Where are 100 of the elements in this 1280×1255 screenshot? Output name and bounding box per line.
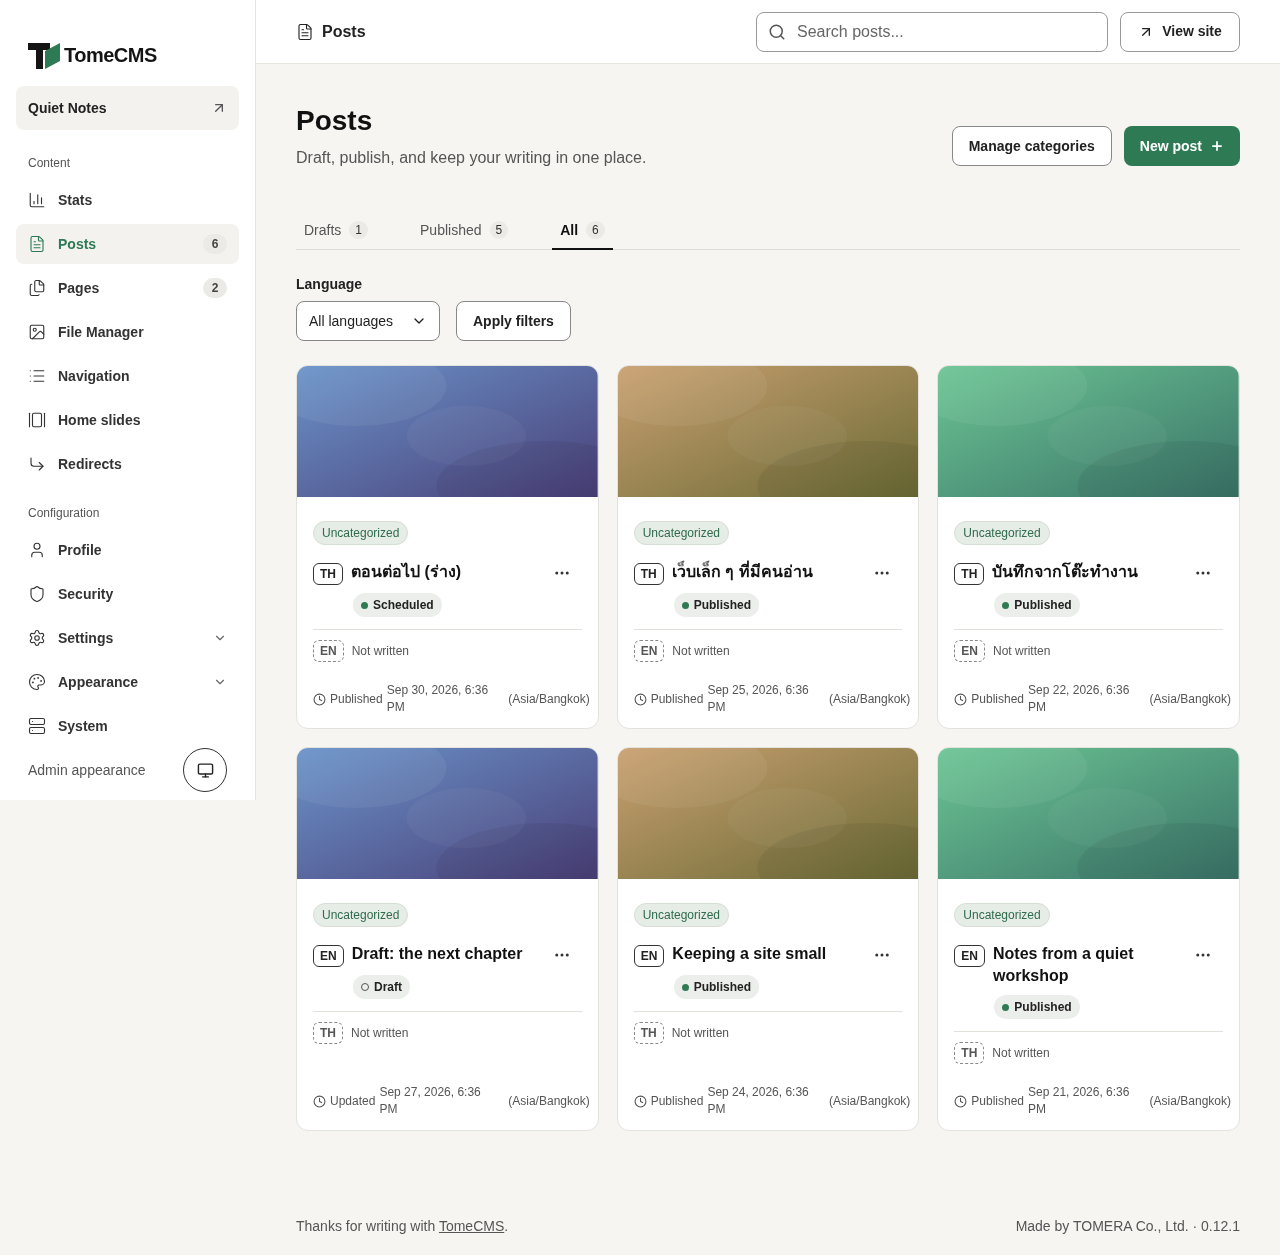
count-badge: 6	[586, 221, 605, 239]
date-label: Published	[650, 1093, 704, 1110]
new-post-button[interactable]: New post	[1123, 126, 1240, 166]
sidebar-item[interactable]: Home slides	[16, 400, 239, 440]
count-badge: 2	[203, 278, 227, 298]
category-tag: Uncategorized	[313, 903, 409, 927]
sidebar-item[interactable]: File Manager	[16, 312, 239, 352]
time-zone: (Asia/Bangkok)	[1149, 691, 1231, 708]
language-tag: TH	[954, 563, 985, 585]
date-label: Published	[330, 691, 383, 708]
document-icon	[28, 235, 46, 253]
status-badge: Scheduled	[353, 593, 442, 617]
shield-icon	[28, 585, 46, 603]
translation-status: Not written	[993, 643, 1051, 660]
clock-icon	[633, 1094, 647, 1108]
sidebar-item[interactable]: Stats	[16, 180, 239, 220]
sidebar-item[interactable]: Settings	[16, 618, 239, 658]
admin-appearance-label: Admin appearance	[28, 760, 146, 780]
post-title: Draft: the next chapter	[351, 944, 524, 964]
language-tag: TH	[313, 1022, 343, 1044]
sidebar-item[interactable]: Profile	[16, 530, 239, 570]
subtitle: Draft, publish, and keep your writing in one place.	[296, 148, 647, 168]
section-heading: Content	[27, 155, 72, 172]
time-zone: (Asia/Bangkok)	[1149, 1093, 1231, 1110]
palette-icon	[28, 673, 46, 691]
filter-label: Language	[296, 275, 364, 294]
count-badge: 5	[489, 221, 509, 239]
server-icon	[28, 717, 46, 735]
sidebar-item[interactable]: System	[16, 706, 239, 746]
language-tag: TH	[633, 1022, 664, 1044]
post-date: Sep 24, 2026, 6:36 PM	[707, 1084, 810, 1118]
sidebar-item[interactable]: Appearance	[16, 662, 239, 702]
view-site-button[interactable]: View site	[1120, 11, 1240, 52]
time-zone: (Asia/Bangkok)	[828, 1093, 911, 1110]
status-badge: Published	[994, 995, 1080, 1019]
category-tag: Uncategorized	[633, 903, 730, 927]
language-tag: EN	[954, 640, 985, 662]
list-icon	[28, 367, 46, 385]
apply-filters-button[interactable]: Apply filters	[456, 301, 571, 341]
post-title: Keeping a site small	[672, 944, 828, 964]
time-zone: (Asia/Bangkok)	[508, 691, 590, 708]
tab[interactable]: Drafts 1	[296, 212, 377, 250]
footer-text: Thanks for writing with TomeCMS.	[296, 1217, 509, 1236]
clock-icon	[633, 692, 647, 706]
search-field[interactable]: Search posts...	[756, 11, 1108, 52]
post-date: Sep 25, 2026, 6:36 PM	[707, 682, 810, 716]
sidebar-item[interactable]: Navigation	[16, 356, 239, 396]
date-label: Published	[971, 1093, 1025, 1110]
bar-chart-icon	[28, 191, 46, 209]
clock-icon	[313, 1094, 326, 1108]
clock-icon	[954, 1094, 968, 1108]
tab[interactable]: Published 5	[412, 212, 517, 250]
status-badge: Published	[673, 593, 759, 617]
status-badge: Draft	[353, 975, 410, 999]
slides-icon	[28, 411, 46, 429]
category-tag: Uncategorized	[633, 521, 730, 545]
user-icon	[28, 541, 46, 559]
site-switcher[interactable]: Quiet Notes	[16, 86, 239, 130]
redirect-arrow-icon	[28, 455, 46, 473]
document-icon	[296, 22, 314, 41]
date-label: Published	[650, 691, 704, 708]
language-tag: EN	[313, 945, 344, 967]
time-zone: (Asia/Bangkok)	[508, 1093, 590, 1110]
post-date: Sep 21, 2026, 6:36 PM	[1028, 1084, 1131, 1118]
section-heading: Configuration	[27, 505, 101, 522]
sidebar-item[interactable]: Redirects	[16, 444, 239, 484]
count-badge: 6	[203, 234, 227, 254]
language-tag: TH	[633, 563, 664, 585]
logo-text: TomeCMS	[64, 43, 157, 68]
sidebar-item[interactable]: Security	[16, 574, 239, 614]
translation-status: Not written	[992, 1045, 1050, 1062]
sidebar-item[interactable]: Pages 2	[16, 268, 239, 308]
time-zone: (Asia/Bangkok)	[828, 691, 911, 708]
language-tag: EN	[954, 945, 985, 967]
plus-icon	[1210, 139, 1224, 153]
post-date: Sep 27, 2026, 6:36 PM	[379, 1084, 482, 1118]
post-title: Notes from a quiet workshop	[993, 944, 1135, 986]
language-select[interactable]: All languages	[296, 301, 440, 341]
language-tag: TH	[313, 563, 343, 585]
date-label: Published	[971, 691, 1025, 708]
clock-icon	[313, 692, 326, 706]
post-title: ตอนต่อไป (ร่าง)	[351, 561, 463, 582]
category-tag: Uncategorized	[313, 521, 409, 545]
sidebar-item[interactable]: Posts 6	[16, 224, 239, 264]
page-title: Posts	[322, 21, 366, 42]
count-badge: 1	[349, 221, 369, 239]
translation-status: Not written	[671, 1025, 729, 1042]
manage-categories-button[interactable]: Manage categories	[951, 126, 1112, 166]
search-icon	[768, 22, 786, 41]
translation-status: Not written	[351, 643, 410, 660]
category-tag: Uncategorized	[954, 521, 1050, 545]
post-date: Sep 30, 2026, 6:36 PM	[386, 682, 490, 716]
status-badge: Published	[994, 593, 1080, 617]
image-icon	[28, 323, 46, 341]
footer-credit: Made by TOMERA Co., Ltd. · 0.12.1	[1015, 1217, 1240, 1236]
status-badge: Published	[673, 975, 759, 999]
tab[interactable]: All 6	[552, 212, 613, 250]
language-tag: EN	[633, 640, 665, 662]
language-tag: EN	[313, 640, 344, 662]
logo-icon	[28, 41, 62, 69]
